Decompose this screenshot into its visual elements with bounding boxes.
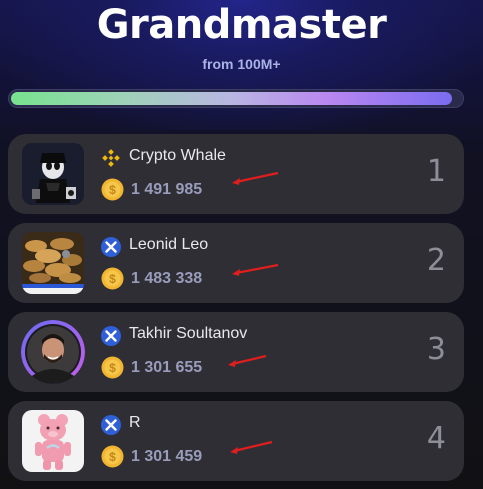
leaderboard-row[interactable]: R $ 1 301 459 4 (8, 401, 464, 481)
coin-icon: $ (101, 445, 124, 468)
x-logo-icon (101, 237, 121, 257)
rank-number: 3 (426, 332, 446, 367)
player-score: 1 301 655 (131, 359, 203, 376)
player-score: 1 483 338 (131, 270, 203, 287)
x-logo-icon (101, 415, 121, 435)
red-arrow-annotation (230, 170, 280, 188)
binance-icon (101, 148, 121, 168)
coins-pile-avatar (22, 232, 84, 294)
progress-fill (11, 92, 452, 105)
svg-text:$: $ (109, 450, 116, 464)
player-name: Crypto Whale (129, 147, 226, 164)
player-name: Leonid Leo (129, 236, 209, 253)
rank-number: 4 (426, 421, 446, 456)
rank-number: 2 (426, 243, 446, 278)
svg-text:$: $ (109, 183, 116, 197)
leaderboard-row[interactable]: Crypto Whale $ 1 491 985 1 (8, 134, 464, 214)
red-arrow-annotation (230, 261, 280, 279)
level-threshold: from 100M+ (202, 56, 281, 72)
coin-icon: $ (101, 356, 124, 379)
player-score: 1 491 985 (131, 181, 203, 198)
man-portrait-avatar (21, 320, 85, 384)
player-score: 1 301 459 (131, 448, 203, 465)
coin-icon: $ (101, 178, 124, 201)
x-logo-icon (101, 326, 121, 346)
level-progress-bar (8, 89, 464, 108)
player-name: R (129, 414, 141, 431)
coin-icon: $ (101, 267, 124, 290)
leaderboard-row[interactable]: Takhir Soultanov $ 1 301 655 3 (8, 312, 464, 392)
rank-number: 1 (426, 154, 446, 189)
red-arrow-annotation (228, 439, 278, 457)
player-name: Takhir Soultanov (129, 325, 248, 342)
skeleton-avatar (22, 143, 84, 205)
page-title: Grandmaster (96, 2, 387, 48)
red-arrow-annotation (226, 352, 276, 370)
leaderboard-row[interactable]: Leonid Leo $ 1 483 338 2 (8, 223, 464, 303)
svg-text:$: $ (109, 272, 116, 286)
svg-text:$: $ (109, 361, 116, 375)
pink-bear-avatar (22, 410, 84, 472)
